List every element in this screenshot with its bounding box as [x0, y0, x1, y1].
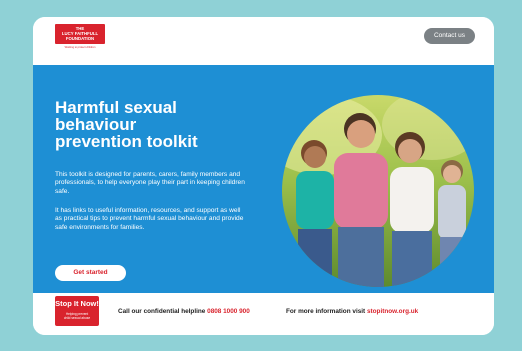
- more-info: For more information visit stopitnow.org…: [286, 308, 418, 315]
- logo-tagline: Working to protect children: [64, 46, 96, 49]
- helpline-text: Call our confidential helpline: [118, 308, 206, 315]
- site-footer: Stop It Now! Helping prevent child sexua…: [33, 293, 494, 335]
- site-header: THE LUCY FAITHFULL FOUNDATION Working to…: [33, 17, 494, 65]
- contact-us-button[interactable]: Contact us: [424, 28, 475, 44]
- stopitnow-link[interactable]: stopitnow.org.uk: [367, 308, 418, 315]
- helpline-number-link[interactable]: 0808 1000 900: [207, 308, 250, 315]
- stop-it-now-logo[interactable]: Stop It Now! Helping prevent child sexua…: [55, 296, 99, 326]
- app-frame: THE LUCY FAITHFULL FOUNDATION Working to…: [33, 17, 494, 335]
- page-title: Harmful sexual behaviour prevention tool…: [55, 98, 198, 151]
- stop-it-now-title: Stop It Now!: [55, 299, 99, 308]
- lucy-faithfull-logo[interactable]: THE LUCY FAITHFULL FOUNDATION Working to…: [55, 24, 105, 52]
- logo-text: THE LUCY FAITHFULL FOUNDATION: [55, 24, 105, 44]
- details-paragraph: It has links to useful information, reso…: [55, 207, 244, 231]
- get-started-button[interactable]: Get started: [55, 265, 126, 281]
- intro-paragraph: This toolkit is designed for parents, ca…: [55, 171, 245, 195]
- helpline-info: Call our confidential helpline 0808 1000…: [118, 308, 250, 315]
- hero-section: Harmful sexual behaviour prevention tool…: [33, 65, 494, 293]
- stop-it-now-subtitle: Helping prevent child sexual abuse: [63, 312, 91, 320]
- family-photo-image: [282, 95, 474, 287]
- family-photo: [282, 95, 474, 287]
- more-info-text: For more information visit: [286, 308, 366, 315]
